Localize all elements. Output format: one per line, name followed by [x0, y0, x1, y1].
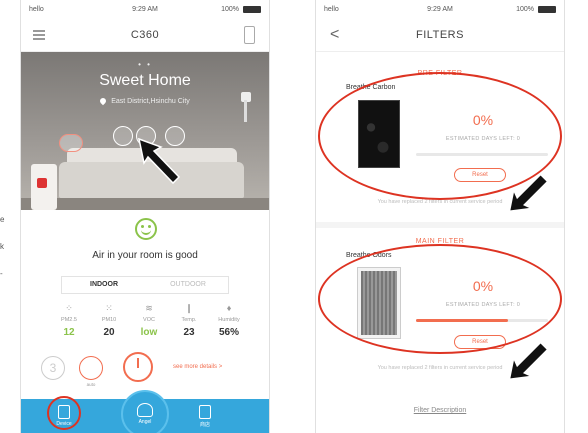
floor-graphic	[21, 198, 269, 210]
location-pin-icon	[98, 96, 108, 106]
home-name: Sweet Home	[99, 72, 191, 89]
metric-label: PM2.5	[61, 317, 77, 323]
left-fragment: k	[0, 242, 4, 251]
home-screen-phone: hello 9:29 AM 100% C360 • • Sweet Home E…	[20, 0, 270, 433]
mode-badge-icon[interactable]	[59, 134, 83, 152]
tab-label: Angel	[138, 419, 152, 425]
cart-icon	[199, 405, 211, 419]
pm10-icon: ⁙	[105, 303, 113, 313]
metric-label: PM10	[101, 317, 117, 323]
happy-face-icon	[135, 218, 157, 240]
annotation-arrow-3	[508, 341, 549, 381]
left-fragment: e	[0, 215, 5, 224]
metric-value: 20	[103, 327, 115, 338]
auto-mode-label: auto	[86, 382, 96, 387]
metric-value: 23	[183, 327, 195, 338]
arrow-icon	[508, 341, 549, 381]
tab-indoor[interactable]: INDOOR	[62, 277, 146, 293]
air-metrics: ⁘ PM2.5 12 ⁙ PM10 20 ≋ VOC low ❙ Temp. 2…	[49, 303, 249, 353]
metric-label: Humidity	[218, 317, 240, 323]
metric-label: VOC	[143, 317, 155, 323]
home-location: East District,Hsinchu City	[21, 96, 269, 106]
metric-value: 12	[63, 327, 75, 338]
metric-humidity: ♦ Humidity 56%	[209, 303, 249, 338]
filter-description-link[interactable]: Filter Description	[316, 407, 564, 414]
location-tabs: INDOOR OUTDOOR	[61, 276, 229, 294]
metric-value: 56%	[218, 327, 239, 338]
device-tab-highlight-ring	[47, 396, 81, 430]
device-switch-icon[interactable]	[244, 26, 255, 44]
tab-angel[interactable]: Angel	[121, 390, 169, 433]
pm25-icon: ⁘	[65, 303, 73, 313]
status-bar: hello 9:29 AM 100%	[21, 0, 269, 20]
page-title: FILTERS	[416, 29, 464, 41]
settings-gear-icon[interactable]	[113, 126, 133, 146]
location-text: East District,Hsinchu City	[111, 98, 190, 105]
metric-voc: ≋ VOC low	[129, 303, 169, 338]
air-quality-message: Air in your room is good	[92, 250, 198, 261]
battery-percent: 100%	[516, 6, 534, 13]
voc-icon: ≋	[145, 303, 153, 313]
metric-label: Temp.	[181, 317, 197, 323]
power-button[interactable]	[123, 352, 153, 382]
nav-bar: < FILTERS	[316, 20, 564, 52]
purifier-indicator	[37, 178, 47, 188]
metric-pm10: ⁙ PM10 20	[89, 303, 129, 338]
auto-mode-button[interactable]	[79, 356, 103, 380]
see-more-details-link[interactable]: see more details >	[173, 364, 222, 370]
left-edge-fragments: e k -	[0, 206, 4, 287]
tab-shop[interactable]: 商店	[175, 399, 235, 428]
fan-level-button[interactable]: 3	[41, 356, 65, 380]
battery-icon	[538, 6, 556, 13]
section-divider	[316, 222, 564, 228]
battery-icon	[243, 6, 261, 13]
page-title: C360	[130, 29, 160, 41]
annotation-arrow-2	[508, 173, 549, 213]
tab-label: 商店	[199, 422, 210, 428]
nav-bar: C360	[21, 20, 269, 52]
battery-percent: 100%	[221, 6, 239, 13]
lamp-stand-graphic	[244, 100, 247, 122]
annotation-arrow-1	[137, 137, 181, 185]
metric-pm25: ⁘ PM2.5 12	[49, 303, 89, 338]
angel-icon	[137, 403, 153, 417]
thermometer-icon: ❙	[185, 303, 193, 313]
metric-value: low	[140, 327, 158, 338]
arrow-icon	[508, 173, 549, 213]
tab-outdoor[interactable]: OUTDOOR	[146, 277, 230, 293]
arrow-icon	[137, 137, 181, 185]
metric-temperature: ❙ Temp. 23	[169, 303, 209, 338]
page-indicator: • •	[138, 60, 152, 69]
status-bar: hello 9:29 AM 100%	[316, 0, 564, 20]
droplet-icon: ♦	[226, 303, 232, 313]
left-fragment: -	[0, 269, 3, 278]
